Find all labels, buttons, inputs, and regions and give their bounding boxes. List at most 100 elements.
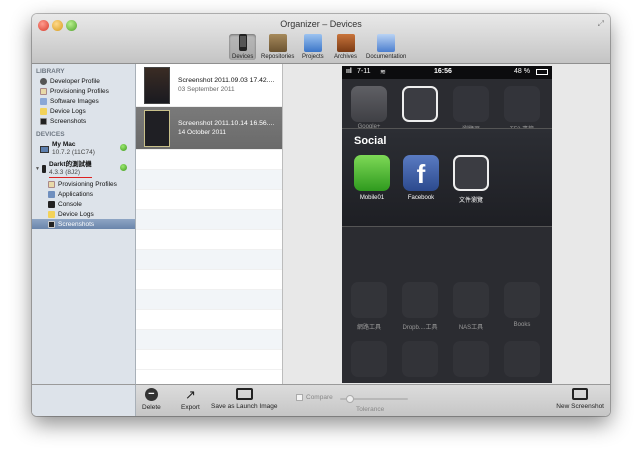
app-label: 文件瀏覽	[458, 198, 483, 204]
toolbar-repositories-label: Repositories	[261, 54, 295, 60]
library-header: LIBRARY	[36, 68, 65, 75]
battery-icon	[536, 69, 548, 75]
slider-knob[interactable]	[346, 395, 354, 403]
app-label: Books	[513, 322, 531, 328]
mobile01-app-icon[interactable]	[354, 155, 390, 191]
sidebar-item-developer-profile[interactable]: Developer Profile	[32, 76, 135, 86]
toolbar-repositories[interactable]: Repositories	[261, 34, 294, 60]
compare-checkbox[interactable]: Compare	[296, 394, 333, 401]
empty-row	[136, 330, 282, 350]
sidebar-item-label: Provisioning Profiles	[50, 87, 109, 95]
delete-button[interactable]: − Delete	[142, 388, 161, 411]
sidebar-item-label: Device Logs	[58, 210, 94, 218]
facebook-app-icon[interactable]: f	[403, 155, 439, 191]
folder-icon	[351, 341, 387, 377]
books-folder-icon	[504, 282, 540, 318]
empty-row	[136, 290, 282, 310]
empty-row	[136, 250, 282, 270]
sidebar: LIBRARY Developer Profile Provisioning P…	[32, 64, 136, 416]
archives-icon	[336, 34, 355, 52]
new-screenshot-label: New Screenshot	[556, 403, 604, 410]
device-version: 4.3.3 (8J2)	[48, 169, 92, 178]
empty-row	[136, 230, 282, 250]
fullscreen-icon[interactable]: ⤢	[598, 19, 604, 29]
software-icon	[40, 97, 47, 105]
status-indicator	[120, 164, 127, 171]
device-name: Darkt的測試機	[48, 160, 92, 168]
status-indicator	[120, 144, 127, 151]
camera-icon	[572, 388, 589, 400]
empty-row	[136, 210, 282, 230]
device-item-console[interactable]: Console	[32, 199, 135, 209]
empty-row	[136, 150, 282, 170]
toolbar-projects-label: Projects	[302, 54, 324, 60]
tolerance-label: Tolerance	[356, 406, 385, 413]
toolbar-documentation-label: Documentation	[366, 54, 407, 60]
nas-tools-folder-icon	[453, 282, 489, 318]
applications-icon	[48, 190, 55, 198]
screenshot-icon	[40, 117, 47, 125]
sidebar-item-device-logs[interactable]: Device Logs	[32, 106, 135, 116]
export-button[interactable]: ↗ Export	[181, 388, 200, 411]
device-name: My Mac	[52, 141, 76, 148]
sidebar-item-label: Software Images	[50, 97, 99, 105]
iphone-icon	[234, 34, 252, 52]
carrier: 7-11	[357, 68, 371, 75]
tolerance-slider[interactable]	[340, 395, 408, 403]
save-as-launch-image-button[interactable]: Save as Launch Image	[211, 388, 278, 410]
document-browser-app-icon[interactable]	[453, 155, 489, 191]
toolbar-archives-label: Archives	[334, 54, 358, 60]
empty-row	[136, 190, 282, 210]
device-my-mac[interactable]: My Mac 10.7.2 (11C74)	[32, 139, 135, 159]
delete-label: Delete	[142, 404, 161, 411]
social-folder-icon	[402, 86, 438, 122]
battery-level: 48 %	[514, 68, 530, 75]
app-label: NAS工具	[458, 325, 484, 331]
toolbar-archives[interactable]: Archives	[334, 34, 357, 60]
screenshot-preview: ııl 7-11 ≋ 16:56 48 % Google+ 瀏覽器 TF2 書籤…	[283, 64, 610, 384]
sidebar-item-screenshots[interactable]: Screenshots	[32, 116, 135, 126]
signal-icon: ııl	[346, 68, 352, 75]
new-screenshot-button[interactable]: New Screenshot	[556, 388, 604, 410]
sidebar-bottom	[32, 384, 136, 416]
devices-header: DEVICES	[36, 131, 65, 138]
device-item-screenshots[interactable]: Screenshots	[32, 219, 135, 229]
export-arrow-icon: ↗	[184, 387, 196, 402]
sidebar-item-label: Screenshots	[58, 220, 95, 228]
title-bar: Organizer – Devices ⤢ Devices Repositori…	[32, 14, 610, 64]
checkbox[interactable]	[296, 394, 303, 401]
list-item[interactable]: Screenshot 2011.09.03 17.42.... 03 Septe…	[136, 64, 282, 107]
repositories-icon	[268, 34, 287, 52]
app-label: 網路工具	[356, 325, 381, 331]
log-icon	[48, 210, 55, 218]
log-icon	[40, 107, 47, 115]
sidebar-item-software-images[interactable]: Software Images	[32, 96, 135, 106]
profile-icon	[40, 87, 47, 95]
user-icon	[40, 77, 47, 85]
device-item-provisioning-profiles[interactable]: Provisioning Profiles	[32, 179, 135, 189]
device-item-applications[interactable]: Applications	[32, 189, 135, 199]
status-bar: ııl 7-11 ≋ 16:56 48 %	[342, 66, 552, 79]
launch-image-icon	[235, 388, 253, 400]
toolbar-documentation[interactable]: Documentation	[366, 34, 406, 60]
save-launch-label: Save as Launch Image	[211, 403, 278, 410]
disclosure-triangle-icon[interactable]: ▼	[35, 166, 40, 172]
device-item-device-logs[interactable]: Device Logs	[32, 209, 135, 219]
screenshot-icon	[48, 220, 55, 228]
sidebar-item-provisioning-profiles[interactable]: Provisioning Profiles	[32, 86, 135, 96]
iphone-icon	[41, 165, 46, 173]
sidebar-item-label: Provisioning Profiles	[58, 180, 117, 188]
toolbar-devices-label: Devices	[232, 54, 254, 60]
toolbar-projects[interactable]: Projects	[302, 34, 324, 60]
toolbar-devices[interactable]: Devices	[229, 34, 257, 60]
folder-title: Social	[354, 135, 387, 147]
clock: 16:56	[434, 68, 452, 75]
device-iphone[interactable]: ▼ Darkt的測試機 4.3.3 (8J2)	[32, 159, 135, 179]
screenshot-thumbnail	[144, 110, 170, 147]
list-item[interactable]: Screenshot 2011.10.14 16.56.... 14 Octob…	[136, 107, 282, 150]
mac-icon	[40, 145, 49, 153]
sidebar-item-label: Applications	[58, 190, 94, 198]
device-version: 10.7.2 (11C74)	[52, 149, 95, 156]
profile-icon	[48, 180, 55, 188]
social-folder: Social Mobile01 f Facebook 文件瀏覽	[342, 128, 552, 227]
